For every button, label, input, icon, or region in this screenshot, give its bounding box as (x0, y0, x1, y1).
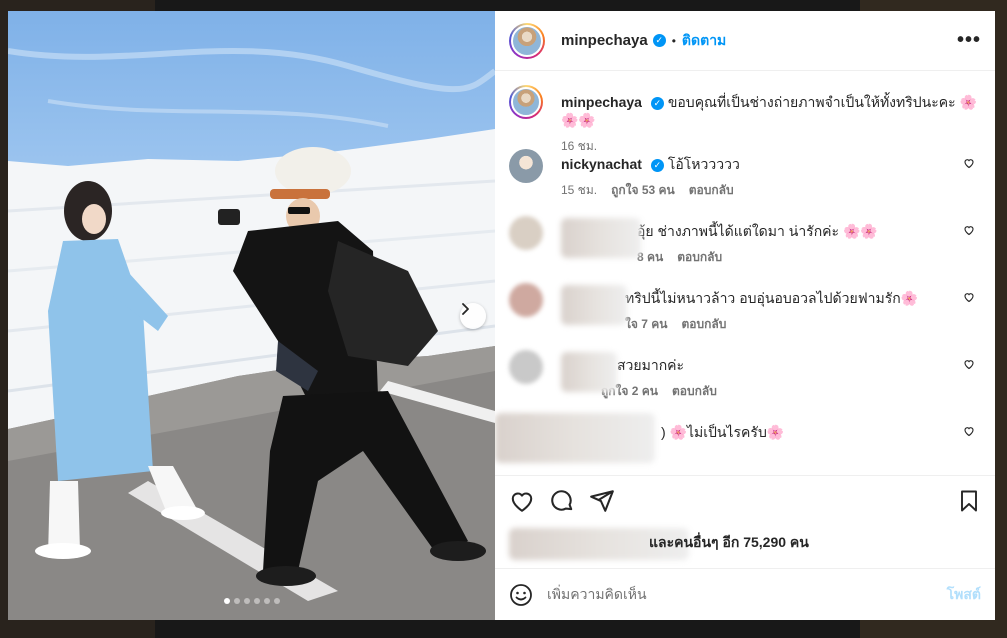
comment-like-count[interactable]: ใจ 7 คน (625, 315, 667, 333)
emoji-icon[interactable] (509, 583, 533, 607)
commenter-avatar[interactable] (509, 283, 543, 317)
likes-count-text[interactable]: และคนอื่นๆ อีก 75,290 คน (649, 532, 809, 554)
author-username[interactable]: minpechaya (561, 32, 648, 49)
comment-text: อุ้ย ช่างภาพนี้ได้แต่ใดมา น่ารักค่ะ 🌸🌸 (637, 223, 878, 239)
commenter-username[interactable]: nickynachat (561, 156, 642, 172)
caption-avatar[interactable] (509, 85, 543, 119)
follow-button[interactable]: ติดตาม (682, 30, 726, 52)
carousel-dot (243, 598, 250, 604)
comment-like-count[interactable]: ถูกใจ 53 คน (611, 181, 675, 199)
comments-list[interactable]: minpechaya ✓ ขอบคุณที่เป็นช่างถ่ายภาพจำเป… (495, 71, 995, 475)
reply-button[interactable]: ตอบกลับ (689, 181, 734, 199)
heart-icon[interactable] (509, 488, 535, 514)
caption-username[interactable]: minpechaya (561, 94, 642, 110)
add-comment-bar: เพิ่มความคิดเห็น โพสต์ (495, 568, 995, 620)
send-icon[interactable] (589, 488, 615, 514)
caption: minpechaya ✓ ขอบคุณที่เป็นช่างถ่ายภาพจำเป… (509, 85, 981, 153)
post-photo[interactable] (8, 11, 495, 620)
redacted-username (561, 352, 617, 392)
redacted-username (561, 285, 627, 325)
comment-text: โอ้โหววววว (667, 156, 740, 172)
carousel-dot (233, 598, 240, 604)
carousel-indicator (8, 598, 495, 604)
comment-heart-icon[interactable] (963, 425, 975, 437)
carousel-dot (263, 598, 270, 604)
post-modal: minpechaya ✓ • ติดตาม ••• minpechaya ✓ ขอ… (8, 11, 995, 620)
comment-time[interactable]: 15 ชม. (561, 181, 597, 199)
comment-heart-icon[interactable] (963, 291, 975, 303)
comment-heart-icon[interactable] (963, 224, 975, 236)
post-comment-button[interactable]: โพสต์ (947, 584, 981, 606)
post-actions: และคนอื่นๆ อีก 75,290 คน (495, 475, 995, 568)
more-options-icon[interactable]: ••• (957, 29, 981, 52)
reply-button[interactable]: ตอบกลับ (677, 248, 722, 266)
reply-button[interactable]: ตอบกลับ (681, 315, 726, 333)
comment-input[interactable]: เพิ่มความคิดเห็น (547, 584, 947, 606)
photo-illustration (8, 48, 495, 620)
comment-heart-icon[interactable] (963, 157, 975, 169)
carousel-dot (273, 598, 280, 604)
redacted-username (561, 218, 641, 258)
comment-item: ) 🌸ไม่เป็นไรครับ🌸 (495, 413, 981, 475)
chevron-right-icon (462, 303, 469, 315)
comment-item: nickynachat ✓ โอ้โหววววว 15 ชม. ถูกใจ 53 … (509, 149, 981, 216)
reply-button[interactable]: ตอบกลับ (672, 382, 717, 400)
header-separator: • (671, 33, 676, 48)
likes-summary[interactable]: และคนอื่นๆ อีก 75,290 คน (509, 528, 981, 568)
redacted-username (495, 413, 655, 463)
post-header: minpechaya ✓ • ติดตาม ••• (495, 11, 995, 71)
post-side-panel: minpechaya ✓ • ติดตาม ••• minpechaya ✓ ขอ… (495, 11, 995, 620)
bookmark-icon[interactable] (957, 489, 981, 513)
carousel-dot-active (223, 598, 230, 604)
commenter-avatar[interactable] (509, 350, 543, 384)
author-avatar[interactable] (509, 22, 545, 59)
comment-text: สวยมากค่ะ (617, 357, 685, 373)
comment-item: ทริปนี้ไม่หนาวล้าว อบอุ่นอบอวลไปด้วยฟามร… (509, 283, 981, 350)
comment-heart-icon[interactable] (963, 358, 975, 370)
comment-icon[interactable] (549, 488, 575, 514)
carousel-dot (253, 598, 260, 604)
comment-item: อุ้ย ช่างภาพนี้ได้แต่ใดมา น่ารักค่ะ 🌸🌸 8… (509, 216, 981, 283)
verified-badge-icon: ✓ (652, 34, 666, 47)
commenter-avatar[interactable] (509, 149, 543, 183)
carousel-next-button[interactable] (460, 303, 486, 329)
verified-badge-icon: ✓ (650, 96, 664, 110)
comment-item: สวยมากค่ะ ถูกใจ 2 คน ตอบกลับ (509, 350, 981, 417)
commenter-avatar[interactable] (509, 216, 543, 250)
comment-text: ) 🌸ไม่เป็นไรครับ🌸 (661, 424, 785, 440)
comment-text: ทริปนี้ไม่หนาวล้าว อบอุ่นอบอวลไปด้วยฟามร… (625, 290, 919, 306)
verified-badge-icon: ✓ (650, 158, 664, 172)
